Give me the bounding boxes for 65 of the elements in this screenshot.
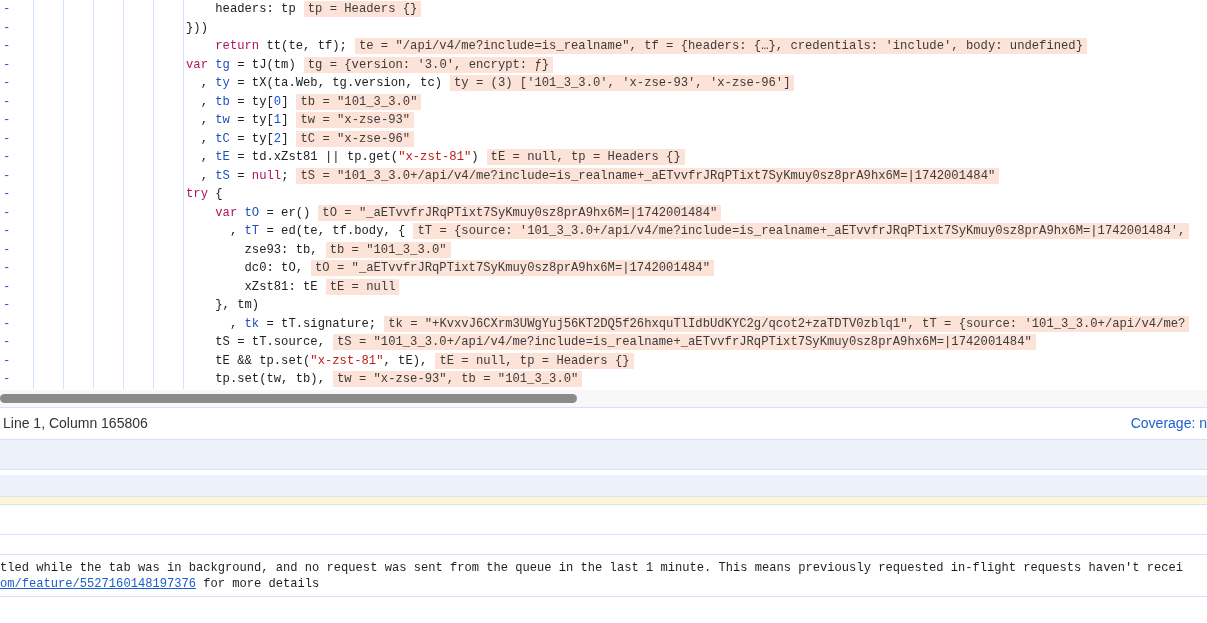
code-line: }, tm) <box>183 296 260 315</box>
inline-value: tO = "_aETvvfrJRqPTixt7SyKmuy0sz8prA9hx6M=|1742001484" <box>311 260 714 277</box>
inline-value: tw = "x-zse-93", tb = "101_3_3.0" <box>332 371 583 388</box>
feature-link[interactable]: om/feature/5527160148197376 <box>0 576 196 591</box>
inline-value: tE = null, tp = Headers {} <box>486 149 685 166</box>
code-line: , tk = tT.signature; <box>183 314 377 333</box>
gutter-marker: - <box>2 334 12 352</box>
console-message: tled while the tab was in background, and no request was sent from the queue in the last 1 minute. This means previously requested in-flight requests haven't recei om/feature/5527160148197376 for more details <box>0 559 1183 592</box>
gutter-marker: - <box>2 1 12 19</box>
inline-value: tb = "101_3_3.0" <box>296 93 422 110</box>
inline-value: te = "/api/v4/me?include=is_realname", tf = {headers: {…}, credentials: 'include', body: undefined} <box>354 38 1087 55</box>
code-line: headers: tp <box>183 0 296 19</box>
gutter-marker: - <box>2 130 12 148</box>
code-line: , tS = null; <box>183 166 289 185</box>
inline-value: tS = "101_3_3.0+/api/v4/me?include=is_realname+_aETvvfrJRqPTixt7SyKmuy0sz8prA9hx6M=|1742001484" <box>296 167 1000 184</box>
code-line: xZst81: tE <box>183 277 318 296</box>
gutter-marker: - <box>2 19 12 37</box>
code-line: return tt(te, tf); <box>183 37 347 56</box>
gutter-marker: - <box>2 112 12 130</box>
code-line: , tw = ty[1] <box>183 111 289 130</box>
code-line: , tC = ty[2] <box>183 129 289 148</box>
gutter-marker: - <box>2 149 12 167</box>
gutter-marker: - <box>2 56 12 74</box>
inline-value: ty = (3) ['101_3_3.0', 'x-zse-93', 'x-zse-96'] <box>450 75 795 92</box>
gutter-marker: - <box>2 204 12 222</box>
inline-value: tO = "_aETvvfrJRqPTixt7SyKmuy0sz8prA9hx6M=|1742001484" <box>318 204 722 221</box>
code-line: var tO = er() <box>183 203 311 222</box>
code-line: dc0: tO, <box>183 259 304 278</box>
inline-value: tT = {source: '101_3_3.0+/api/v4/me?include=is_realname+_aETvvfrJRqPTixt7SyKmuy0sz8prA9hx6M=|1742001484', <box>413 223 1190 240</box>
coverage-link[interactable]: Coverage: n <box>1130 413 1207 434</box>
cursor-position: Line 1, Column 165806 <box>2 414 148 433</box>
inline-value: tE = null, tp = Headers {} <box>435 352 634 369</box>
gutter-marker: - <box>2 38 12 56</box>
gutter-marker: - <box>2 167 12 185</box>
gutter-marker: - <box>2 371 12 389</box>
code-line: zse93: tb, <box>183 240 318 259</box>
code-line: , tb = ty[0] <box>183 92 289 111</box>
inline-value: tb = "101_3_3.0" <box>325 241 451 258</box>
gutter-marker: - <box>2 93 12 111</box>
gutter-marker: - <box>2 278 12 296</box>
code-line: , ty = tX(ta.Web, tg.version, tc) <box>183 74 442 93</box>
inline-value: tk = "+KvxvJ6CXrm3UWgYuj56KT2DQ5f26hxquTlIdbUdKYC2g/qcot2+zaTDTV0zblq1", tT = {source: '101_3_3.0+/api/v4/me? <box>384 315 1190 332</box>
inline-value: tg = {version: '3.0', encrypt: ƒ} <box>303 56 554 73</box>
scrollbar-thumb[interactable] <box>0 394 577 403</box>
inline-value: tS = "101_3_3.0+/api/v4/me?include=is_realname+_aETvvfrJRqPTixt7SyKmuy0sz8prA9hx6M=|1742001484" <box>332 334 1036 351</box>
gutter-marker: - <box>2 75 12 93</box>
code-line: try { <box>183 185 223 204</box>
code-line: var tg = tJ(tm) <box>183 55 296 74</box>
inline-value: tp = Headers {} <box>303 1 422 18</box>
gutter-marker: - <box>2 186 12 204</box>
inline-value: tE = null <box>325 278 400 295</box>
gutter-marker: - <box>2 315 12 333</box>
code-line: tS = tT.source, <box>183 333 325 352</box>
code-line: tE && tp.set("x-zst-81", tE), <box>183 351 428 370</box>
gutter-marker: - <box>2 352 12 370</box>
code-line: , tE = td.xZst81 || tp.get("x-zst-81") <box>183 148 479 167</box>
inline-value: tC = "x-zse-96" <box>296 130 415 147</box>
inline-value: tw = "x-zse-93" <box>296 112 415 129</box>
code-line: tp.set(tw, tb), <box>183 370 325 389</box>
code-line: , tT = ed(te, tf.body, { <box>183 222 406 241</box>
code-line: })) <box>183 18 208 37</box>
gutter-marker: - <box>2 241 12 259</box>
gutter-marker: - <box>2 297 12 315</box>
gutter-marker: - <box>2 260 12 278</box>
gutter-marker: - <box>2 223 12 241</box>
